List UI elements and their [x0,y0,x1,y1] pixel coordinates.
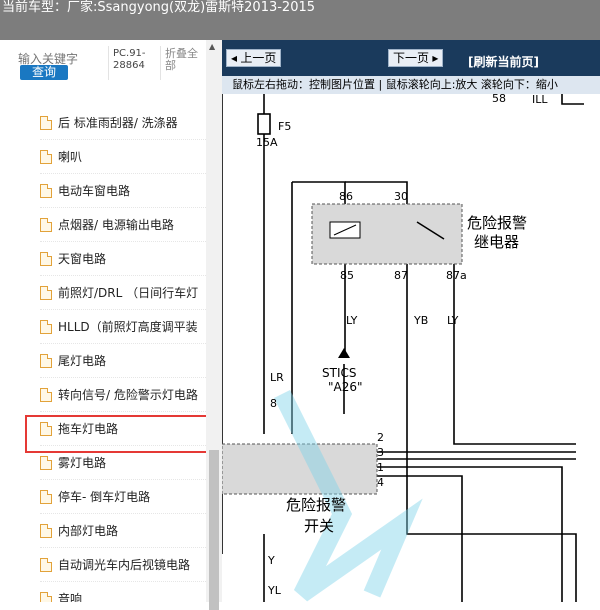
vehicle-header: 当前车型：厂家:Ssangyong(双龙)雷斯特2013-2015 [0,0,600,40]
tree-item[interactable]: 后 标准雨刮器/ 洗涤器 [40,106,206,140]
document-icon [40,217,52,232]
tree-item-label: 自动调光车内后视镜电路 [58,558,191,572]
tree-item-label: 电动车窗电路 [58,184,131,198]
wire-color-ly-2: LY [447,314,459,327]
wire-color-lr: LR [270,371,284,384]
tree-item[interactable]: 尾灯电路 [40,344,206,378]
sidebar: 查询 PC.91-28864 折叠全部 后 标准雨刮器/ 洗涤器喇叭电动车窗电路… [0,40,222,602]
tree-item-label: HLLD（前照灯高度调平装 [58,320,198,334]
tree-item-selected[interactable]: 转向信号/ 危险警示灯电路 [40,378,206,412]
document-icon [40,387,52,402]
tree-item-label: 转向信号/ 危险警示灯电路 [58,388,198,402]
vehicle-label: 当前车型： [2,0,68,15]
tree-item-label: 前照灯/DRL （日间行车灯 [58,286,199,300]
search-panel: 查询 PC.91-28864 折叠全部 [0,40,221,88]
fuse-rating: 15A [256,136,278,149]
document-icon [40,489,52,504]
document-icon [40,183,52,198]
relay-pin-87: 87 [394,269,408,282]
viewer-hint: 鼠标左右拖动：控制图片位置 | 鼠标滚轮向上:放大 滚轮向下：缩小 [222,76,600,94]
tree-item[interactable]: HLLD（前照灯高度调平装 [40,310,206,344]
relay-pin-87a: 87a [446,269,467,282]
ground-label: STICS [322,366,356,380]
relay-name-line2: 继电器 [474,233,519,251]
document-icon [40,285,52,300]
tree-item-label: 尾灯电路 [58,354,107,368]
tree-item[interactable]: 点烟器/ 电源输出电路 [40,208,206,242]
scrollbar-thumb[interactable] [209,450,219,610]
relay-pin-86: 86 [339,190,353,203]
divider [108,46,109,80]
viewer-toolbar: ◂ 上一页 下一页 ▸ [刷新当前页] [222,40,600,76]
relay-pin-85: 85 [340,269,354,282]
scroll-up-icon[interactable]: ▲ [209,42,215,51]
fuse-label: F5 [278,120,291,133]
ground-code: "A26" [328,380,363,394]
document-icon [40,115,52,130]
diagram-viewer: ◂ 上一页 下一页 ▸ [刷新当前页] 鼠标左右拖动：控制图片位置 | 鼠标滚轮… [222,40,600,602]
pc-code: PC.91-28864 [113,48,146,71]
ground-arrow-icon [338,348,350,358]
wiring-diagram[interactable]: F5 15A 58 ILL 86 30 85 87 87a 危险报警 继电器 L… [222,94,600,602]
tree-item[interactable]: 停车- 倒车灯电路 [40,480,206,514]
prev-page-button[interactable]: ◂ 上一页 [226,49,282,67]
tree-item-label: 喇叭 [58,150,83,164]
next-page-label: 下一页 [393,51,430,65]
collapse-all-button[interactable]: 折叠全部 [165,48,203,72]
relay-name-line1: 危险报警 [467,214,527,232]
tree-item-label: 内部灯电路 [58,524,119,538]
tree-item[interactable]: 天窗电路 [40,242,206,276]
document-icon [40,251,52,266]
wire-color-yl: YL [267,584,282,597]
switch-pin-1: 1 [377,461,384,474]
divider [160,46,161,80]
search-button[interactable]: 查询 [20,65,68,80]
selected-item-highlight [25,415,209,453]
tree-item-label: 音响 [58,592,83,602]
wire-color-ly: LY [346,314,358,327]
tree-item[interactable]: 前照灯/DRL （日间行车灯 [40,276,206,310]
vehicle-name: 厂家:Ssangyong(双龙)雷斯特2013-2015 [67,0,316,15]
hazard-switch-box [222,443,378,495]
document-icon [40,523,52,538]
tree-item-label: 后 标准雨刮器/ 洗涤器 [58,116,178,130]
switch-name-line1: 危险报警 [286,496,346,514]
tree-item-label: 雾灯电路 [58,456,107,470]
refresh-page-link[interactable]: [刷新当前页] [468,53,539,70]
next-page-button[interactable]: 下一页 ▸ [388,49,444,67]
document-icon [40,353,52,368]
wire-color-y: Y [267,554,275,567]
document-icon [40,319,52,334]
document-tree: 后 标准雨刮器/ 洗涤器 喇叭电动车窗电路点烟器/ 电源输出电路 天窗电路前照灯/D… [0,88,206,602]
document-icon [40,557,52,572]
top-tag: ILL [532,94,548,106]
wire-color-yb: YB [413,314,428,327]
tree-item[interactable]: 喇叭 [40,140,206,174]
document-icon [40,591,52,602]
document-icon [40,149,52,164]
switch-pin-3: 3 [377,446,384,459]
switch-name-line2: 开关 [304,517,334,535]
sidebar-scrollbar[interactable]: ▲ [206,40,222,610]
prev-page-label: 上一页 [240,51,277,65]
switch-pin-2: 2 [377,431,384,444]
switch-pin-4: 4 [377,476,384,489]
tree-item-label: 点烟器/ 电源输出电路 [58,218,174,232]
tree-item[interactable]: 内部灯电路 [40,514,206,548]
tree-item[interactable]: 音响 [40,582,206,602]
tree-item[interactable]: 自动调光车内后视镜电路 [40,548,206,582]
tree-item-label: 停车- 倒车灯电路 [58,490,151,504]
document-icon [40,455,52,470]
top-wire-number: 58 [492,94,506,105]
tree-item-label: 天窗电路 [58,252,107,266]
lr-pin: 8 [270,397,277,410]
relay-pin-30: 30 [394,190,408,203]
tree-item[interactable]: 电动车窗电路 [40,174,206,208]
